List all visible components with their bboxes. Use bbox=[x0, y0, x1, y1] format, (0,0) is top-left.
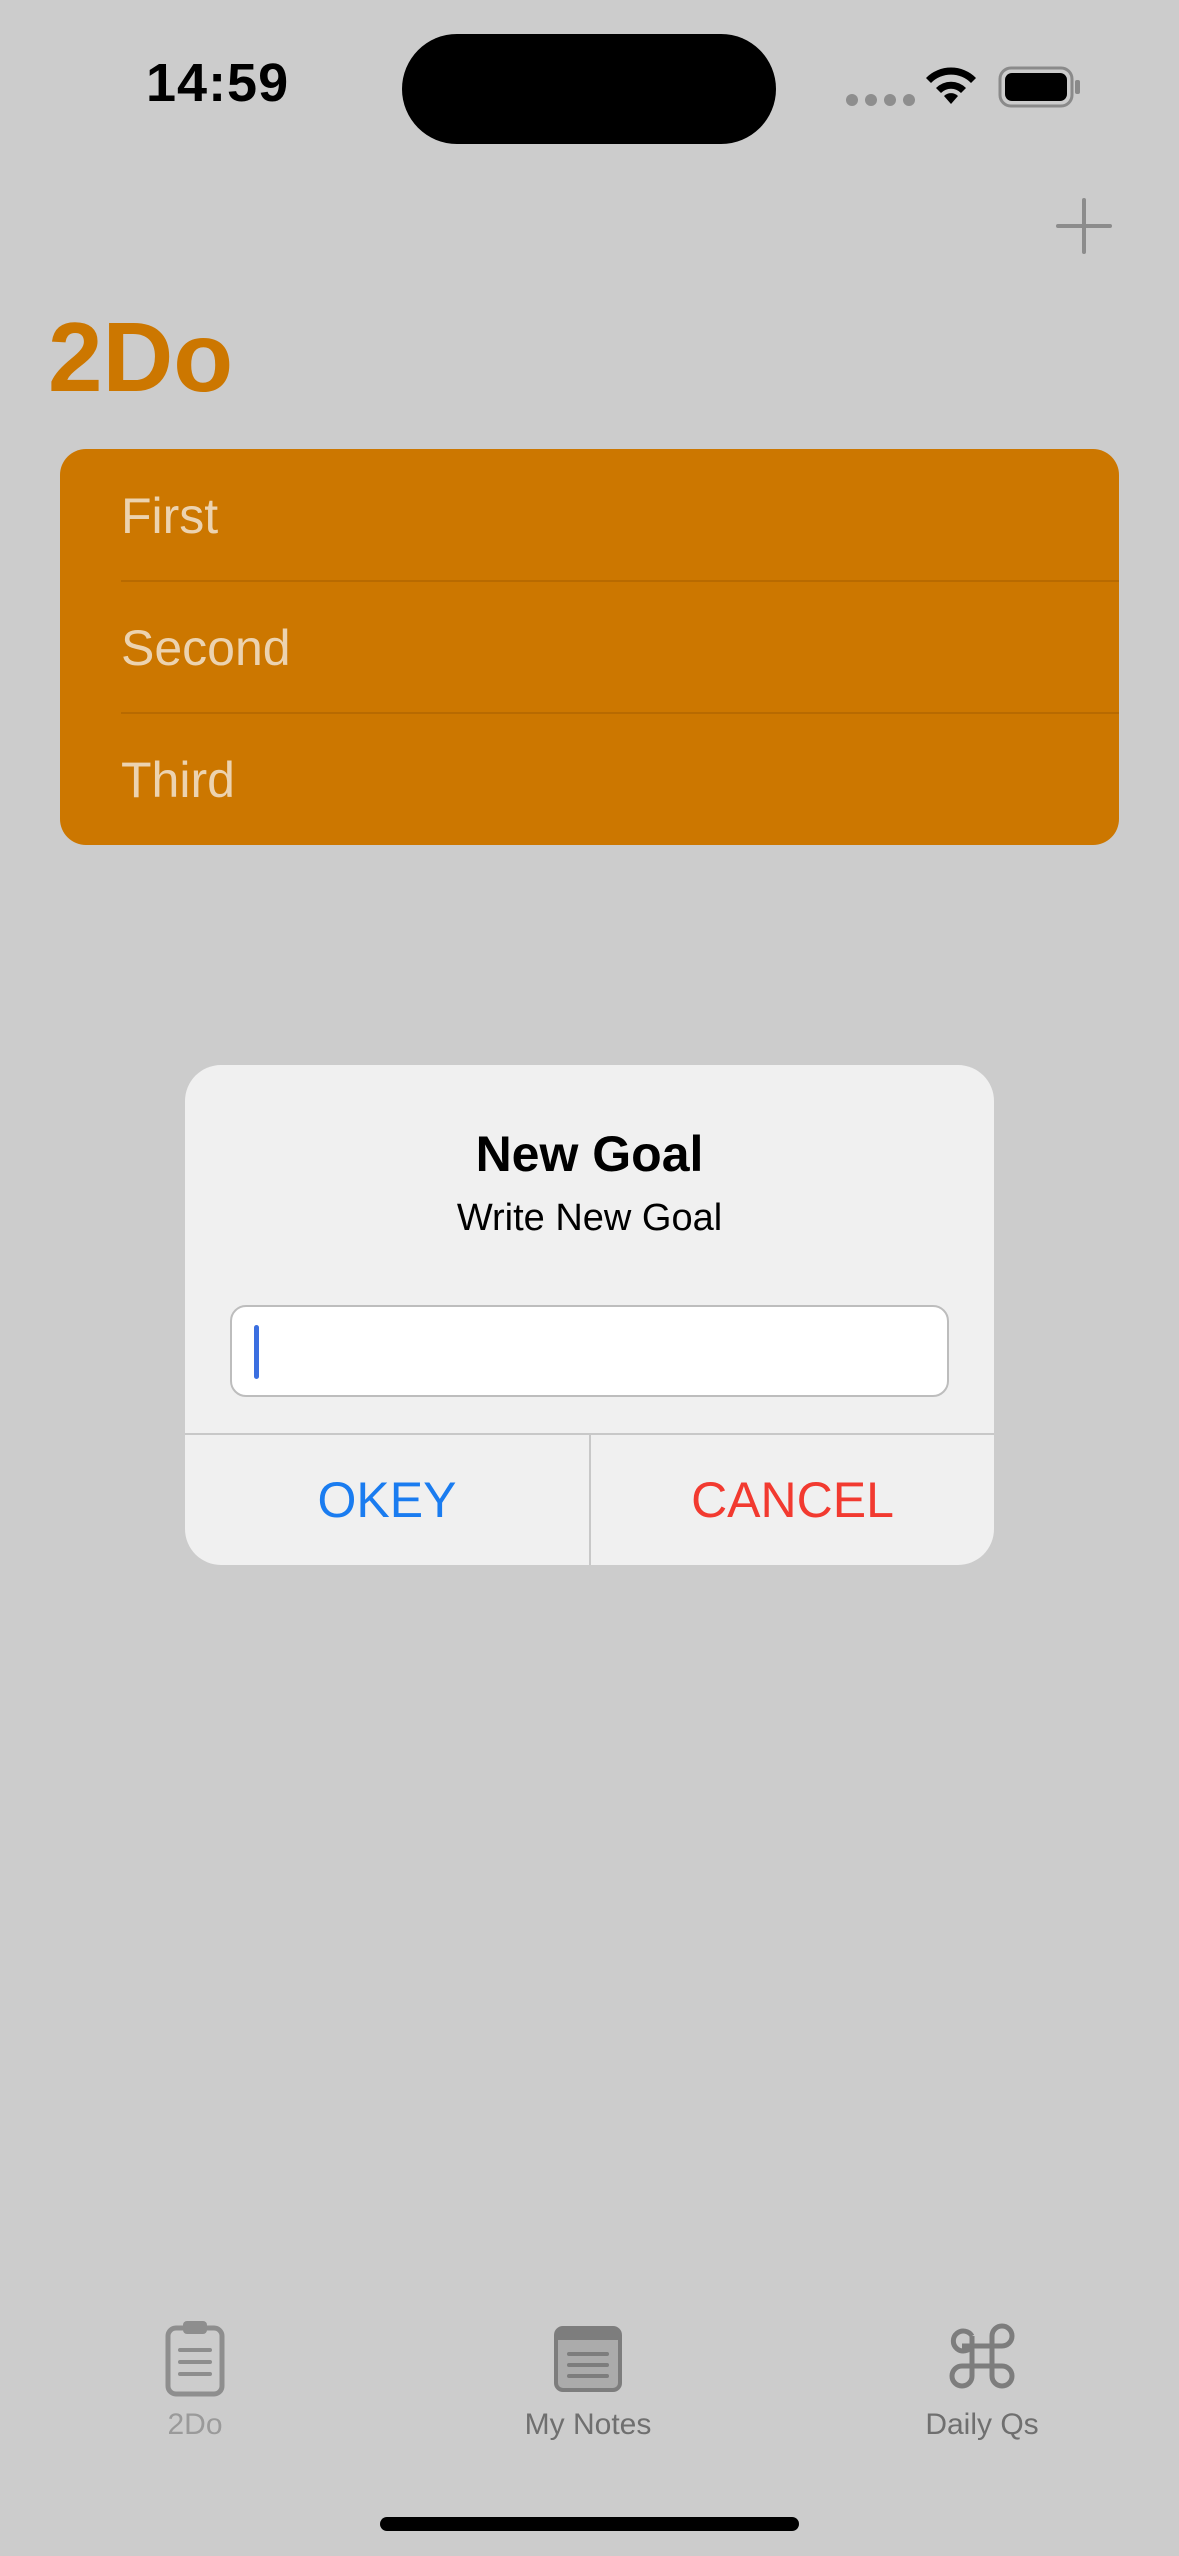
list-item-label: First bbox=[121, 488, 219, 544]
wifi-icon bbox=[926, 67, 976, 104]
tab-my-notes[interactable]: My Notes bbox=[468, 2318, 708, 2442]
new-goal-input[interactable] bbox=[230, 1305, 949, 1397]
tab-2do[interactable]: 2Do bbox=[75, 2318, 315, 2442]
clipboard-icon bbox=[165, 2321, 225, 2397]
command-icon bbox=[949, 2323, 1015, 2389]
notes-icon bbox=[554, 2326, 622, 2392]
list-item[interactable]: Third bbox=[60, 713, 1119, 845]
tab-label: 2Do bbox=[167, 2408, 223, 2441]
tab-label: My Notes bbox=[524, 2408, 652, 2441]
home-indicator[interactable] bbox=[380, 2517, 799, 2531]
battery-icon bbox=[998, 66, 1080, 108]
cancel-button[interactable]: CANCEL bbox=[591, 1435, 994, 1565]
list-item-label: Second bbox=[121, 620, 291, 676]
tab-label: Daily Qs bbox=[925, 2408, 1039, 2441]
cellular-signal-icon bbox=[846, 94, 915, 106]
list-item[interactable]: First bbox=[60, 449, 1119, 581]
app-screen: 14:59 2Do First Second Third New Goal Wr… bbox=[0, 0, 1179, 2556]
text-cursor bbox=[254, 1325, 259, 1379]
alert-title: New Goal bbox=[475, 1126, 704, 1182]
add-goal-button[interactable] bbox=[1054, 196, 1114, 256]
status-time: 14:59 bbox=[146, 53, 290, 113]
goals-list: First Second Third bbox=[60, 449, 1119, 845]
okey-button[interactable]: OKEY bbox=[185, 1435, 589, 1565]
new-goal-alert: New Goal Write New Goal OKEY CANCEL bbox=[185, 1065, 994, 1565]
page-title: 2Do bbox=[48, 302, 234, 412]
tab-daily-qs[interactable]: Daily Qs bbox=[862, 2318, 1102, 2442]
list-item[interactable]: Second bbox=[60, 581, 1119, 713]
alert-message: Write New Goal bbox=[456, 1197, 723, 1239]
list-item-label: Third bbox=[121, 752, 235, 808]
dynamic-island bbox=[402, 34, 776, 144]
